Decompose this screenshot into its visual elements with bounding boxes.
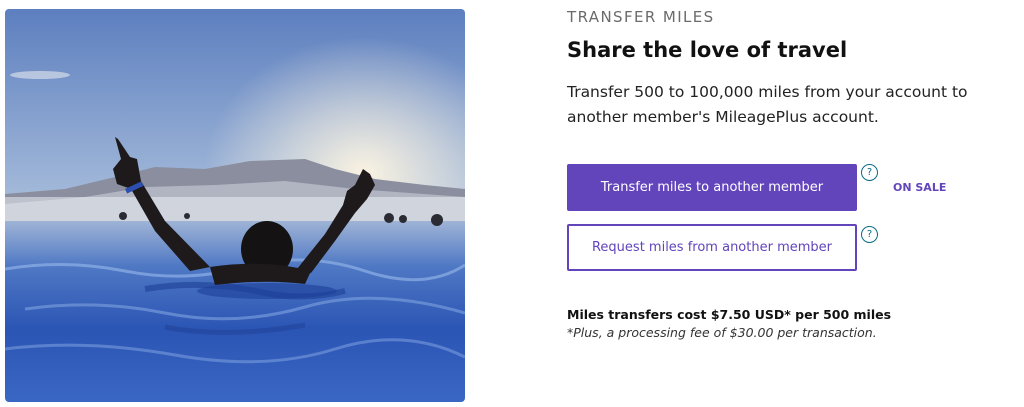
hot-spring-swimmer-image [5,9,465,402]
section-description: Transfer 500 to 100,000 miles from your … [567,83,968,126]
transfer-miles-page: TRANSFER MILES Share the love of travel … [0,0,1024,407]
page-title: Share the love of travel [567,38,848,62]
processing-fee-text: *Plus, a processing fee of $30.00 per tr… [567,325,877,340]
on-sale-badge: ON SALE [893,181,947,194]
section-eyebrow: TRANSFER MILES [567,8,715,26]
transfer-cost-text: Miles transfers cost $7.50 USD* per 500 … [567,307,892,322]
transfer-miles-button[interactable]: Transfer miles to another member [567,164,857,211]
hero-photo [5,9,465,402]
help-icon[interactable]: ? [861,164,878,181]
help-icon[interactable]: ? [861,226,878,243]
request-miles-button[interactable]: Request miles from another member [567,224,857,271]
